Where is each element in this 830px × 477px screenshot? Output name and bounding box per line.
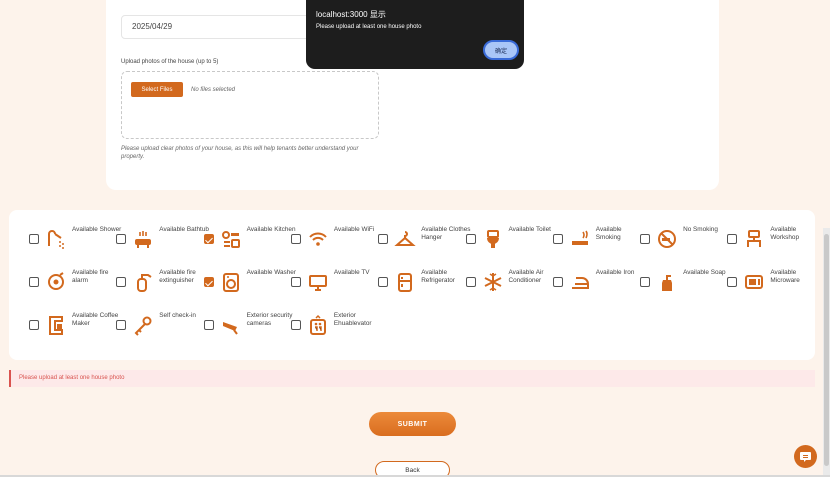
no-smoking-icon bbox=[658, 230, 677, 248]
amenity-checkbox[interactable] bbox=[203, 234, 214, 244]
dialog-ok-button[interactable]: 确定 bbox=[483, 40, 519, 60]
chat-button[interactable] bbox=[794, 445, 817, 468]
amenity-item[interactable]: Available TV bbox=[290, 268, 381, 298]
amenity-checkbox[interactable] bbox=[465, 234, 476, 244]
amenity-checkbox[interactable] bbox=[552, 234, 563, 244]
dialog-message: Please upload at least one house photo bbox=[316, 24, 422, 30]
amenity-item[interactable]: Available Washer bbox=[203, 268, 296, 298]
amenity-item[interactable]: Available Coffee Maker bbox=[29, 311, 119, 341]
security-camera-icon bbox=[222, 322, 238, 335]
amenity-checkbox[interactable] bbox=[116, 277, 127, 287]
amenity-item[interactable]: Available fire alarm bbox=[29, 268, 119, 298]
amenity-item[interactable]: Available Microware bbox=[727, 268, 817, 298]
amenity-checkbox[interactable] bbox=[727, 234, 738, 244]
iron-icon bbox=[571, 277, 589, 289]
amenity-item[interactable]: Available Smoking bbox=[552, 225, 643, 255]
fire-extinguisher-icon bbox=[137, 274, 152, 292]
elevator-icon bbox=[309, 314, 326, 335]
amenity-item[interactable]: Available Workshop bbox=[727, 225, 817, 255]
amenity-checkbox[interactable] bbox=[203, 277, 214, 287]
amenity-item[interactable]: Available Clothes Hanger bbox=[378, 225, 470, 255]
fire-alarm-icon bbox=[48, 272, 64, 290]
upload-label: Upload photos of the house (up to 5) bbox=[121, 59, 219, 65]
amenity-label: Available Workshop bbox=[770, 226, 800, 241]
microwave-icon bbox=[745, 275, 764, 289]
refrigerator-icon bbox=[398, 273, 413, 292]
workshop-icon bbox=[747, 230, 762, 247]
amenity-item[interactable]: Available Kitchen bbox=[203, 225, 296, 255]
amenity-item[interactable]: Self check-in bbox=[116, 311, 206, 341]
submit-button[interactable]: SUBMIT bbox=[369, 412, 456, 436]
amenity-item[interactable]: Available fire extinguisher bbox=[116, 268, 206, 298]
hanger-icon bbox=[394, 231, 416, 246]
upload-hint: Please upload clear photos of your house… bbox=[121, 146, 359, 160]
chat-icon bbox=[800, 452, 811, 462]
select-files-button[interactable]: Select Files bbox=[131, 82, 183, 97]
dialog-title: localhost:3000 显示 bbox=[316, 10, 386, 19]
amenity-checkbox[interactable] bbox=[640, 277, 651, 287]
scrollbar-thumb[interactable] bbox=[824, 234, 829, 466]
wifi-icon bbox=[309, 232, 327, 246]
toilet-icon bbox=[486, 230, 499, 248]
amenity-checkbox[interactable] bbox=[29, 277, 39, 287]
alert-dialog: localhost:3000 显示 Please upload at least… bbox=[306, 0, 524, 69]
amenity-item[interactable]: Available Shower bbox=[29, 225, 121, 255]
amenity-checkbox[interactable] bbox=[465, 277, 476, 287]
amenity-checkbox[interactable] bbox=[203, 320, 214, 330]
amenity-checkbox[interactable] bbox=[640, 234, 651, 244]
amenity-label: Available Microware bbox=[770, 269, 800, 284]
amenity-checkbox[interactable] bbox=[29, 320, 39, 330]
amenity-item[interactable]: Exterior Ehuablevator bbox=[290, 311, 381, 341]
shower-icon bbox=[48, 230, 64, 249]
bathtub-icon bbox=[135, 231, 152, 248]
coffee-maker-icon bbox=[49, 316, 63, 335]
tv-icon bbox=[308, 275, 327, 291]
error-message: Please upload at least one house photo bbox=[9, 370, 815, 387]
kitchen-icon bbox=[221, 231, 240, 248]
amenity-checkbox[interactable] bbox=[290, 234, 301, 244]
amenity-checkbox[interactable] bbox=[290, 320, 301, 330]
amenity-item[interactable]: Available Iron bbox=[552, 268, 643, 298]
smoking-icon bbox=[571, 230, 588, 245]
amenity-checkbox[interactable] bbox=[29, 234, 39, 244]
no-files-text: No files selected bbox=[191, 87, 236, 93]
key-icon bbox=[134, 316, 152, 336]
amenity-checkbox[interactable] bbox=[378, 234, 389, 244]
amenity-checkbox[interactable] bbox=[116, 320, 127, 330]
amenity-item[interactable]: Available Refrigerator bbox=[378, 268, 468, 298]
amenity-item[interactable]: Available Air Conditioner bbox=[465, 268, 556, 298]
amenity-item[interactable]: No Smoking bbox=[640, 225, 730, 255]
washer-icon bbox=[222, 273, 239, 292]
air-conditioner-icon bbox=[484, 273, 501, 291]
amenity-item[interactable]: Available Bathtub bbox=[116, 225, 209, 255]
amenity-checkbox[interactable] bbox=[378, 277, 389, 287]
amenity-checkbox[interactable] bbox=[290, 277, 301, 287]
amenity-label: Exterior Ehuablevator bbox=[333, 312, 372, 327]
amenity-checkbox[interactable] bbox=[552, 277, 563, 287]
amenity-item[interactable]: Available Toilet bbox=[465, 225, 556, 255]
amenity-checkbox[interactable] bbox=[116, 234, 127, 244]
amenity-item[interactable]: Available Soap bbox=[640, 268, 730, 298]
amenity-checkbox[interactable] bbox=[727, 277, 738, 287]
soap-icon bbox=[662, 275, 673, 291]
amenity-item[interactable]: Exterior security cameras bbox=[203, 311, 294, 341]
amenity-item[interactable]: Available WiFi bbox=[290, 225, 381, 255]
